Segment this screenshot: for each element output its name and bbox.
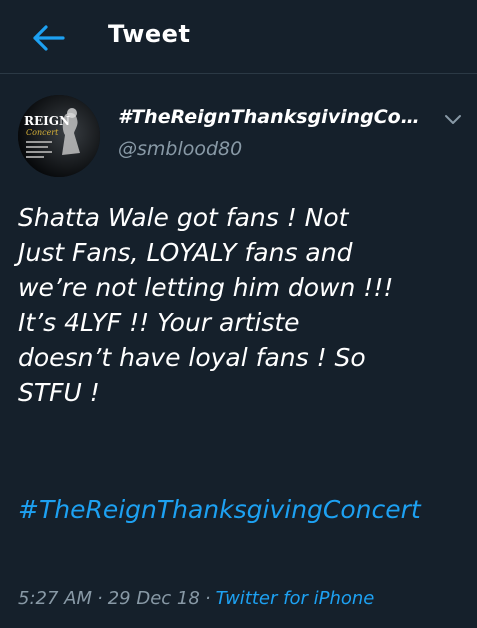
hashtag-link[interactable]: #TheReignThanksgivingConcert [18, 492, 463, 527]
svg-text:Concert: Concert [26, 128, 59, 137]
tweet-menu-button[interactable] [440, 106, 466, 132]
page-title: Tweet [108, 20, 191, 48]
arrow-left-icon [33, 25, 65, 51]
top-bar: Tweet [0, 0, 477, 74]
chevron-down-icon [445, 115, 461, 124]
tweet-time: 5:27 AM [18, 588, 92, 609]
avatar[interactable]: REIGN Concert [18, 95, 100, 177]
svg-text:REIGN: REIGN [24, 114, 70, 128]
tweet-date: 29 Dec 18 [107, 588, 200, 609]
meta-separator: · [97, 588, 103, 609]
tweet-text: Shatta Wale got fans ! Not Just Fans, LO… [18, 203, 394, 407]
user-handle[interactable]: @smblood80 [118, 138, 242, 160]
display-name[interactable]: #TheReignThanksgivingConc... [118, 106, 430, 128]
meta-separator: · [204, 588, 211, 609]
tweet-meta: 5:27 AM · 29 Dec 18 · Twitter for iPhone [18, 588, 374, 609]
back-button[interactable] [28, 18, 68, 58]
tweet-source-link[interactable]: Twitter for iPhone [216, 588, 375, 609]
avatar-image: REIGN Concert [18, 95, 100, 177]
